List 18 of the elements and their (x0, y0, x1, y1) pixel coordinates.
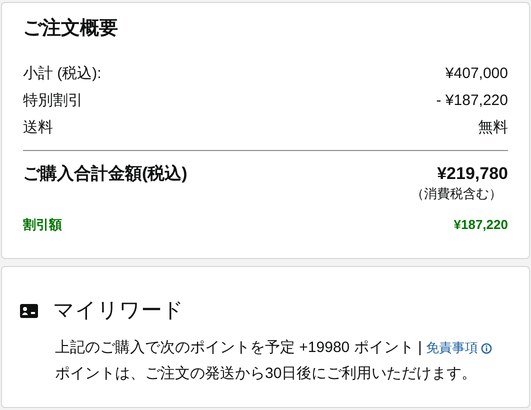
summary-value: - ¥187,220 (436, 91, 508, 112)
tax-note: （消費税含む） (411, 185, 503, 203)
summary-value: ¥407,000 (445, 64, 508, 84)
summary-title: ご注文概要 (23, 17, 119, 41)
discount-value: ¥187,220 (454, 216, 508, 234)
disclaimer-link[interactable]: 免責事項 (426, 335, 478, 361)
id-card-icon (20, 304, 38, 318)
rewards-title: マイリワード (53, 298, 184, 324)
total-label: ご購入合計金額(税込) (23, 163, 188, 185)
summary-label: 小計 (税込): (23, 64, 102, 84)
points-text: 上記のご購入で次のポイントを予定 +19980 ポイント | (55, 338, 422, 358)
summary-value: 無料 (478, 118, 508, 138)
summary-label: 特別割引 (23, 91, 83, 112)
summary-label: 送料 (23, 118, 53, 138)
points-note: ポイントは、ご注文の発送から30日後にご利用いただけます。 (55, 364, 478, 384)
discount-label: 割引額 (23, 216, 62, 234)
info-icon[interactable] (480, 342, 492, 354)
total-value: ¥219,780 (437, 163, 508, 185)
